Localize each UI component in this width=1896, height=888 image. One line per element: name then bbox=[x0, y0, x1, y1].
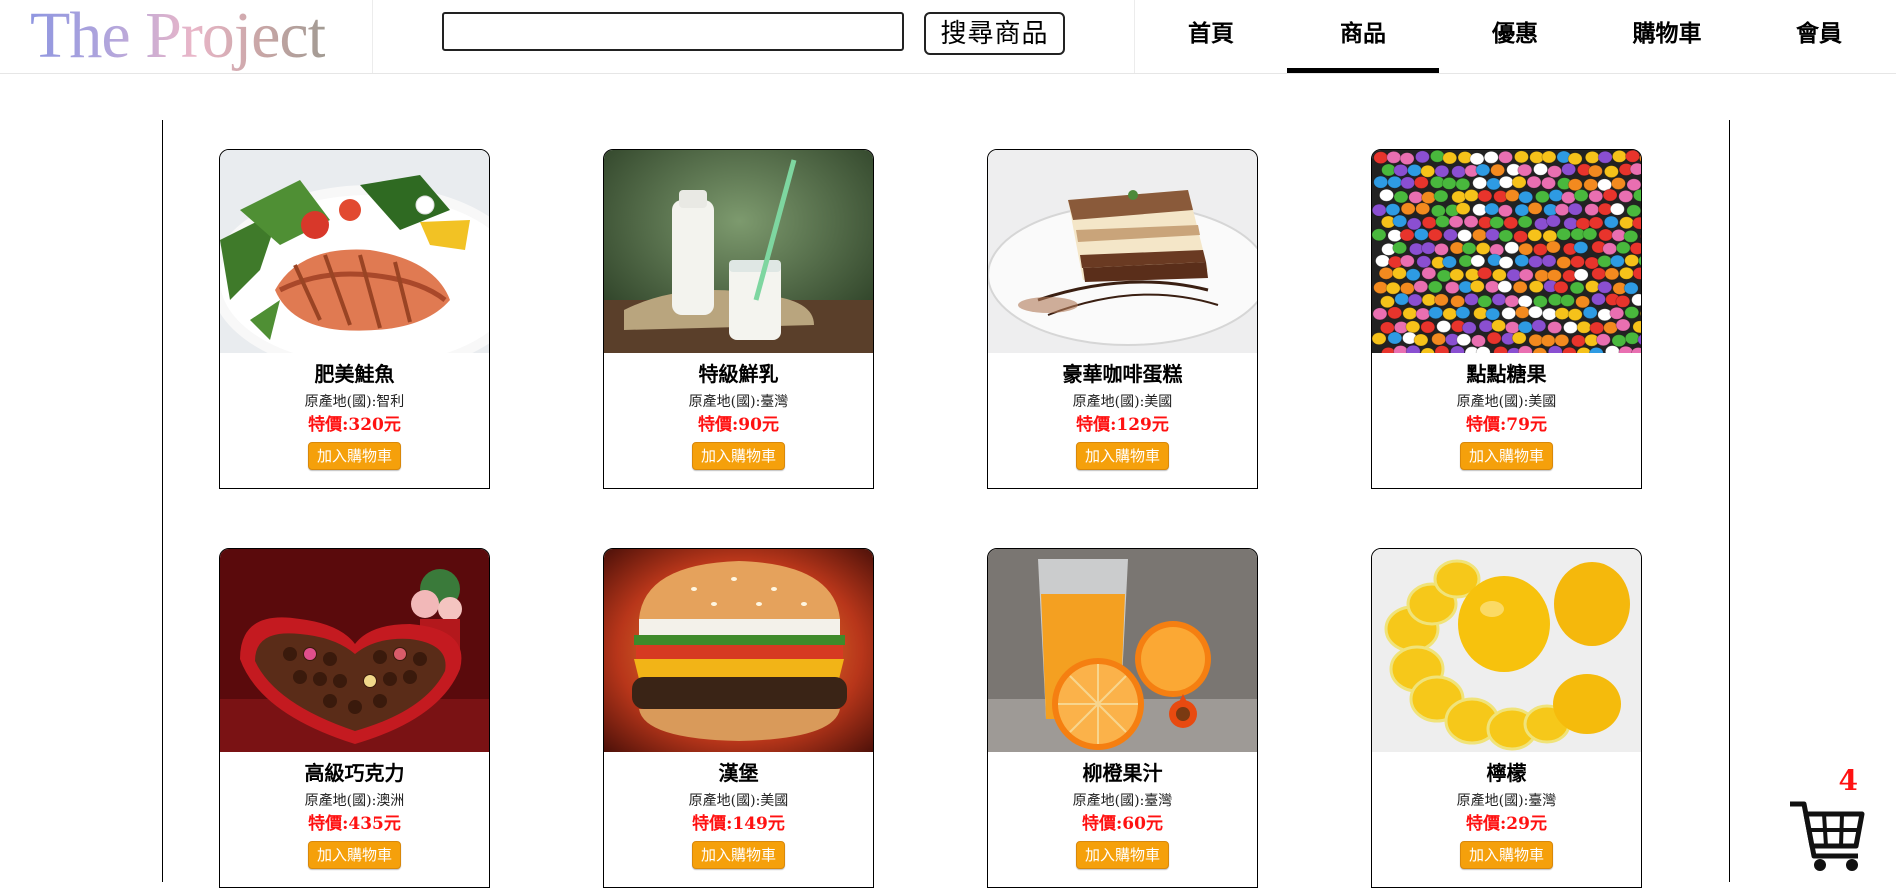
site-logo[interactable]: The Project bbox=[30, 0, 325, 72]
shopping-cart-icon bbox=[1786, 764, 1870, 874]
product-name: 豪華咖啡蛋糕 bbox=[988, 360, 1257, 388]
add-to-cart-button[interactable]: 加入購物車 bbox=[692, 841, 785, 869]
top-header: The Project 搜尋商品 首頁 商品 優惠 購物車 會員 bbox=[0, 0, 1896, 74]
product-image-lemon[interactable] bbox=[1372, 549, 1641, 752]
product-origin: 原產地(國):美國 bbox=[604, 791, 873, 811]
product-image-burger[interactable] bbox=[604, 549, 873, 752]
product-price: 特價:320元 bbox=[220, 414, 489, 436]
product-image-milk[interactable] bbox=[604, 150, 873, 353]
product-price: 特價:435元 bbox=[220, 813, 489, 835]
add-to-cart-button[interactable]: 加入購物車 bbox=[1460, 442, 1553, 470]
product-origin: 原產地(國):澳洲 bbox=[220, 791, 489, 811]
product-price: 特價:90元 bbox=[604, 414, 873, 436]
add-to-cart-button[interactable]: 加入購物車 bbox=[1076, 841, 1169, 869]
search-button[interactable]: 搜尋商品 bbox=[924, 12, 1065, 55]
nav-item-cart[interactable]: 購物車 bbox=[1591, 0, 1743, 73]
product-name: 高級巧克力 bbox=[220, 759, 489, 787]
product-name: 點點糖果 bbox=[1372, 360, 1641, 388]
product-grid: 肥美鮭魚 原產地(國):智利 特價:320元 加入購物車 bbox=[162, 120, 1730, 882]
product-price: 特價:79元 bbox=[1372, 414, 1641, 436]
add-to-cart-button[interactable]: 加入購物車 bbox=[308, 442, 401, 470]
product-origin: 原產地(國):美國 bbox=[1372, 392, 1641, 412]
product-image-orange-juice[interactable] bbox=[988, 549, 1257, 752]
product-image-chocolate[interactable] bbox=[220, 549, 489, 752]
product-origin: 原產地(國):臺灣 bbox=[604, 392, 873, 412]
product-price: 特價:129元 bbox=[988, 414, 1257, 436]
nav-item-home[interactable]: 首頁 bbox=[1135, 0, 1287, 73]
nav-item-deals[interactable]: 優惠 bbox=[1439, 0, 1591, 73]
product-name: 漢堡 bbox=[604, 759, 873, 787]
product-card: 檸檬 原產地(國):臺灣 特價:29元 加入購物車 bbox=[1371, 548, 1642, 888]
product-card: 高級巧克力 原產地(國):澳洲 特價:435元 加入購物車 bbox=[219, 548, 490, 888]
product-origin: 原產地(國):臺灣 bbox=[988, 791, 1257, 811]
product-name: 肥美鮭魚 bbox=[220, 360, 489, 388]
product-card: 點點糖果 原產地(國):美國 特價:79元 加入購物車 bbox=[1371, 149, 1642, 489]
add-to-cart-button[interactable]: 加入購物車 bbox=[692, 442, 785, 470]
product-image-candy[interactable] bbox=[1372, 150, 1641, 353]
search-input[interactable] bbox=[442, 12, 904, 51]
product-name: 柳橙果汁 bbox=[988, 759, 1257, 787]
product-origin: 原產地(國):美國 bbox=[988, 392, 1257, 412]
product-card: 豪華咖啡蛋糕 原產地(國):美國 特價:129元 加入購物車 bbox=[987, 149, 1258, 489]
product-price: 特價:60元 bbox=[988, 813, 1257, 835]
floating-cart[interactable]: 4 bbox=[1786, 764, 1870, 874]
product-card: 肥美鮭魚 原產地(國):智利 特價:320元 加入購物車 bbox=[219, 149, 490, 489]
nav-item-member[interactable]: 會員 bbox=[1743, 0, 1895, 73]
add-to-cart-button[interactable]: 加入購物車 bbox=[1460, 841, 1553, 869]
product-name: 檸檬 bbox=[1372, 759, 1641, 787]
product-price: 特價:29元 bbox=[1372, 813, 1641, 835]
product-origin: 原產地(國):臺灣 bbox=[1372, 791, 1641, 811]
add-to-cart-button[interactable]: 加入購物車 bbox=[1076, 442, 1169, 470]
main-nav: 首頁 商品 優惠 購物車 會員 bbox=[1134, 0, 1896, 73]
product-price: 特價:149元 bbox=[604, 813, 873, 835]
logo-area: The Project bbox=[0, 0, 373, 73]
product-name: 特級鮮乳 bbox=[604, 360, 873, 388]
product-origin: 原產地(國):智利 bbox=[220, 392, 489, 412]
product-card: 柳橙果汁 原產地(國):臺灣 特價:60元 加入購物車 bbox=[987, 548, 1258, 888]
nav-item-products[interactable]: 商品 bbox=[1287, 0, 1439, 73]
product-card: 漢堡 原產地(國):美國 特價:149元 加入購物車 bbox=[603, 548, 874, 888]
product-image-cake[interactable] bbox=[988, 150, 1257, 353]
product-image-salmon[interactable] bbox=[220, 150, 489, 353]
product-card: 特級鮮乳 原產地(國):臺灣 特價:90元 加入購物車 bbox=[603, 149, 874, 489]
add-to-cart-button[interactable]: 加入購物車 bbox=[308, 841, 401, 869]
